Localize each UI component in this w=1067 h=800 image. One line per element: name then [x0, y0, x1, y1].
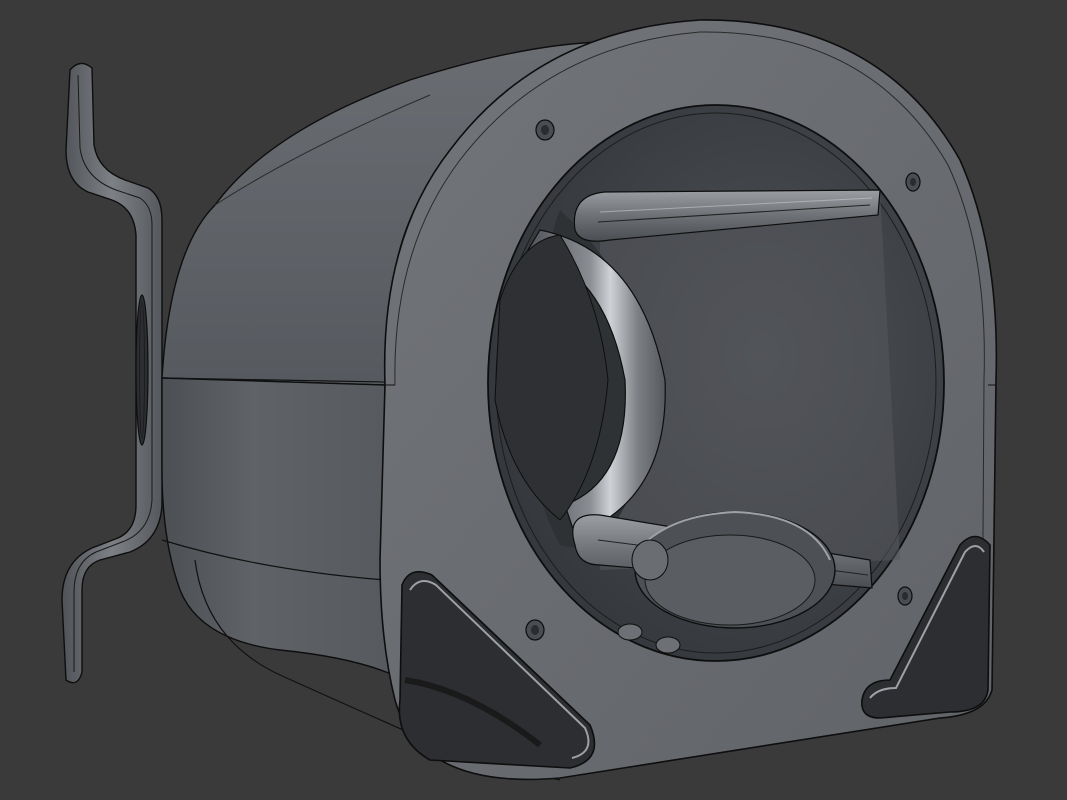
screw-hole-top-right: [905, 172, 921, 192]
latch-disc: [631, 510, 836, 629]
screw-hole-bottom-left: [525, 619, 545, 641]
mounting-bracket: [61, 62, 163, 684]
bracket-slot: [135, 294, 149, 446]
screw-hole-bottom-right: [897, 586, 913, 606]
cad-viewport[interactable]: [0, 0, 1067, 800]
screw-hole-top-left: [535, 119, 555, 141]
